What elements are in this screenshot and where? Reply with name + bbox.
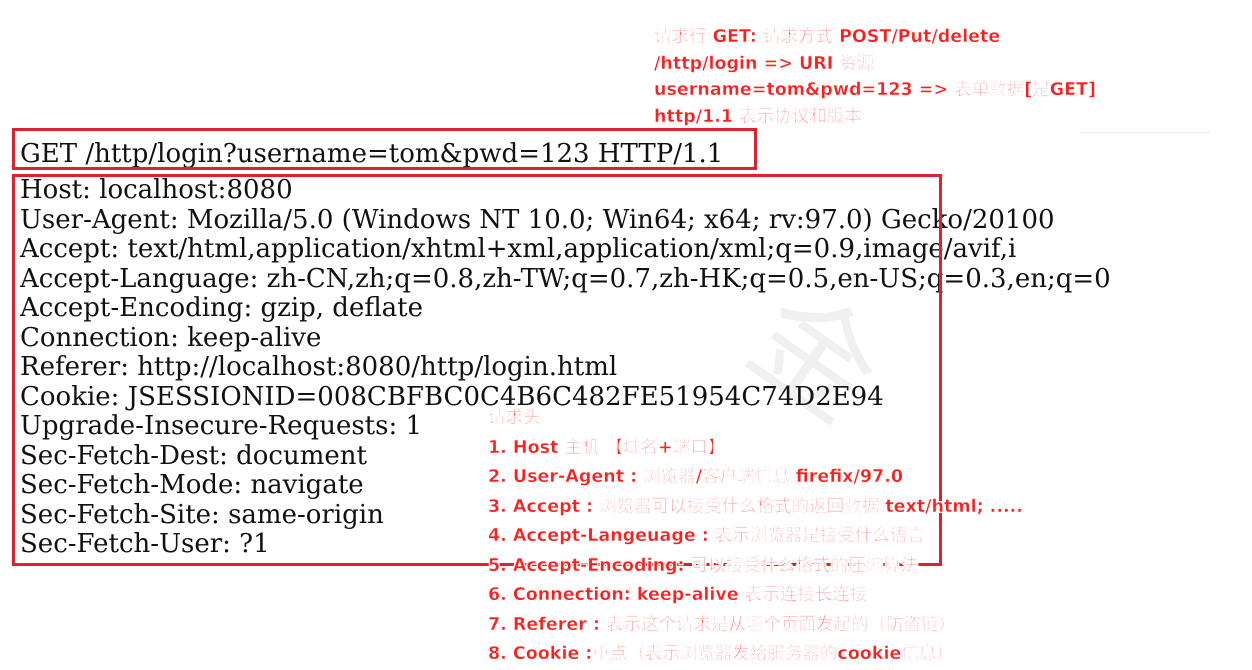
annotation-line: username=tom&pwd=123 => 表单数据[是GET] bbox=[654, 80, 1096, 100]
divider-line bbox=[1080, 132, 1210, 133]
annotation-item: 2. User-Agent : 浏览器/客户端信息 firefix/97.0 bbox=[488, 467, 904, 487]
headers-annotation: 请求头 1. Host 主机 【域名+端口】 2. User-Agent : 浏… bbox=[488, 404, 1023, 670]
annotation-item: 8. Cookie :重点（表示浏览器发给服务器的cookie信息） bbox=[488, 644, 954, 664]
annotation-item: 7. Referer : 表示这个请求是从哪个页面发起的（防盗链） bbox=[488, 614, 957, 635]
annotation-item: 5. Accept-Encoding: 可以接受什么格式的压缩算法 bbox=[488, 555, 919, 576]
annotation-item: 6. Connection: keep-alive 表示连接长连接 bbox=[488, 585, 868, 605]
annotation-item: 3. Accept : 浏览器可以接受什么格式的返回数据 text/html; … bbox=[488, 496, 1023, 517]
annotation-title: 请求头 bbox=[488, 408, 541, 428]
annotation-line: /http/login => URI 资源 bbox=[654, 53, 875, 74]
annotation-item: 4. Accept-Langeuage : 表示浏览器是接受什么语言 bbox=[488, 526, 925, 546]
annotation-line: http/1.1 表示协议和版本 bbox=[654, 106, 862, 127]
request-line-box bbox=[12, 128, 757, 170]
annotation-line: 请求行 GET: 请求方式 POST/Put/delete bbox=[654, 27, 1001, 47]
request-line-annotation: 请求行 GET: 请求方式 POST/Put/delete /http/logi… bbox=[654, 24, 1096, 130]
annotation-item: 1. Host 主机 【域名+端口】 bbox=[488, 437, 726, 458]
